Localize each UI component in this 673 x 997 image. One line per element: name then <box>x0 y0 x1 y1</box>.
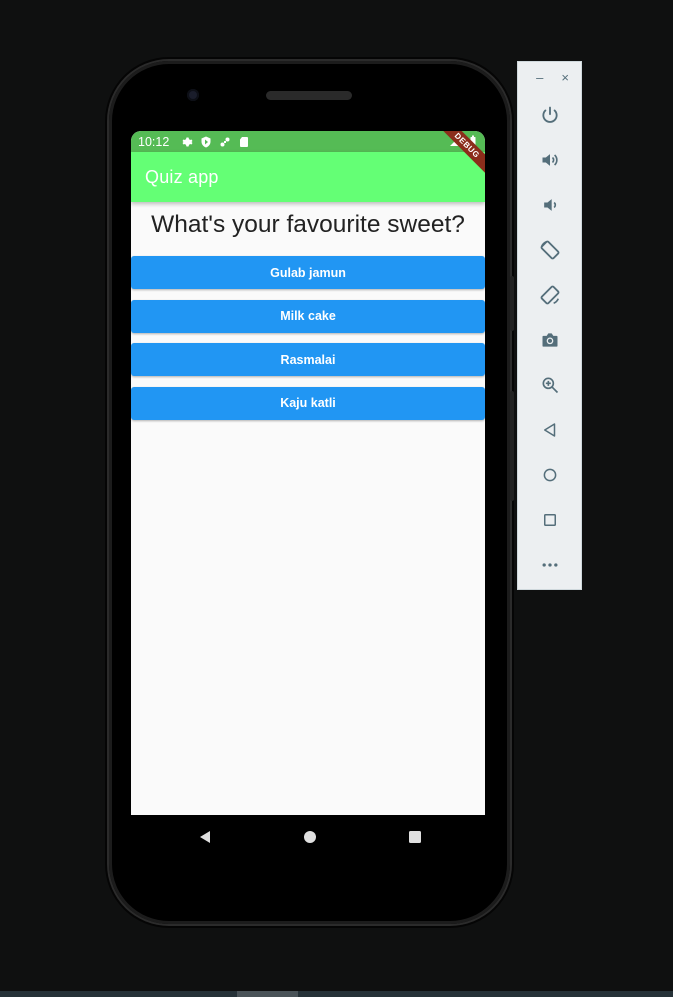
shield-play-icon <box>200 136 212 148</box>
back-icon[interactable] <box>530 407 570 452</box>
location-off-icon <box>219 136 231 148</box>
phone-screen: 10:12 Quiz app DEBUG What's your favouri… <box>131 131 485 815</box>
emulator-window-controls: – × <box>518 62 581 92</box>
close-button[interactable]: × <box>561 70 569 85</box>
rotate-right-icon[interactable] <box>530 272 570 317</box>
phone-volume-button <box>510 391 514 501</box>
minimize-button[interactable]: – <box>536 70 543 85</box>
app-title: Quiz app <box>145 166 219 187</box>
answer-button-rasmalai[interactable]: Rasmalai <box>131 343 485 376</box>
home-icon[interactable] <box>530 452 570 497</box>
zoom-icon[interactable] <box>530 362 570 407</box>
phone-frame: 10:12 Quiz app DEBUG What's your favouri… <box>109 61 514 924</box>
nav-home-icon[interactable] <box>303 830 317 844</box>
bottom-scrollbar[interactable] <box>0 991 673 997</box>
emulator-button-list <box>518 92 581 587</box>
camera-icon[interactable] <box>530 317 570 362</box>
power-icon[interactable] <box>530 92 570 137</box>
status-time: 10:12 <box>138 134 170 149</box>
status-notification-icons <box>181 136 250 148</box>
desktop: 10:12 Quiz app DEBUG What's your favouri… <box>0 0 673 997</box>
sd-card-icon <box>238 136 250 148</box>
front-camera <box>187 89 199 101</box>
scrollbar-thumb[interactable] <box>237 991 298 997</box>
status-bar: 10:12 <box>131 131 485 152</box>
emulator-toolbar: – × <box>517 61 582 590</box>
answer-button-gulab-jamun[interactable]: Gulab jamun <box>131 256 485 289</box>
answer-button-milk-cake[interactable]: Milk cake <box>131 299 485 333</box>
answer-list: Gulab jamun Milk cake Rasmalai Kaju katl… <box>131 256 485 430</box>
question-text: What's your favourite sweet? <box>151 211 465 238</box>
phone-side-button <box>510 276 514 331</box>
more-icon[interactable] <box>530 542 570 587</box>
rotate-left-icon[interactable] <box>530 227 570 272</box>
settings-icon <box>181 136 193 148</box>
app-bar: Quiz app <box>131 152 485 202</box>
nav-back-icon[interactable] <box>198 830 212 844</box>
answer-button-kaju-katli[interactable]: Kaju katli <box>131 386 485 420</box>
volume-up-icon[interactable] <box>530 137 570 182</box>
earpiece-speaker <box>266 91 352 100</box>
overview-icon[interactable] <box>530 497 570 542</box>
volume-down-icon[interactable] <box>530 182 570 227</box>
nav-overview-icon[interactable] <box>408 830 422 844</box>
android-nav-bar <box>131 815 485 859</box>
